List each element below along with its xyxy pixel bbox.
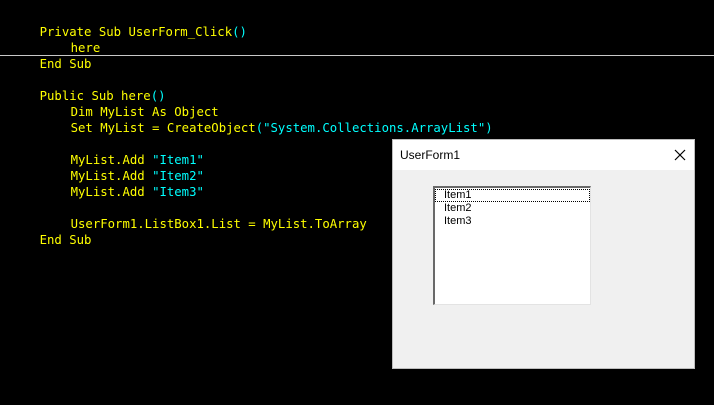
code-token: UserForm1.ListBox1.List = MyList.ToArray [70, 217, 367, 231]
userform-window[interactable]: UserForm1 Item1 Item2 Item3 [392, 139, 695, 369]
code-line-11: End Sub [10, 216, 92, 247]
code-token: End Sub [39, 57, 92, 71]
code-line-3: End Sub [10, 40, 92, 71]
code-line-7: MyList.Add "Item1" [10, 136, 204, 167]
close-icon [674, 149, 686, 161]
close-button[interactable] [671, 146, 689, 164]
code-line-10: UserForm1.ListBox1.List = MyList.ToArray [10, 200, 367, 231]
code-line-6: Set MyList = CreateObject("System.Collec… [10, 104, 493, 135]
code-line-4: Public Sub here() [10, 72, 166, 103]
list-item[interactable]: Item3 [435, 215, 590, 228]
code-line-2: here [10, 24, 101, 55]
procedure-separator [0, 55, 714, 56]
code-token: MyList.Add [70, 185, 153, 199]
code-token: "Item3" [152, 185, 204, 199]
code-token: () [232, 25, 247, 39]
code-line-9: MyList.Add "Item3" [10, 168, 204, 199]
listbox[interactable]: Item1 Item2 Item3 [433, 186, 591, 305]
userform-title: UserForm1 [400, 148, 461, 162]
list-item[interactable]: Item1 [435, 189, 590, 202]
code-line-5: Dim MyList As Object [10, 88, 219, 119]
code-line-1: Private Sub UserForm_Click() [10, 8, 247, 39]
code-line-8: MyList.Add "Item2" [10, 152, 204, 183]
code-token: End Sub [39, 233, 92, 247]
userform-titlebar[interactable]: UserForm1 [393, 140, 694, 170]
code-token: ("System.Collections.ArrayList") [255, 121, 493, 135]
list-item[interactable]: Item2 [435, 202, 590, 215]
code-token: Set MyList = CreateObject [70, 121, 256, 135]
